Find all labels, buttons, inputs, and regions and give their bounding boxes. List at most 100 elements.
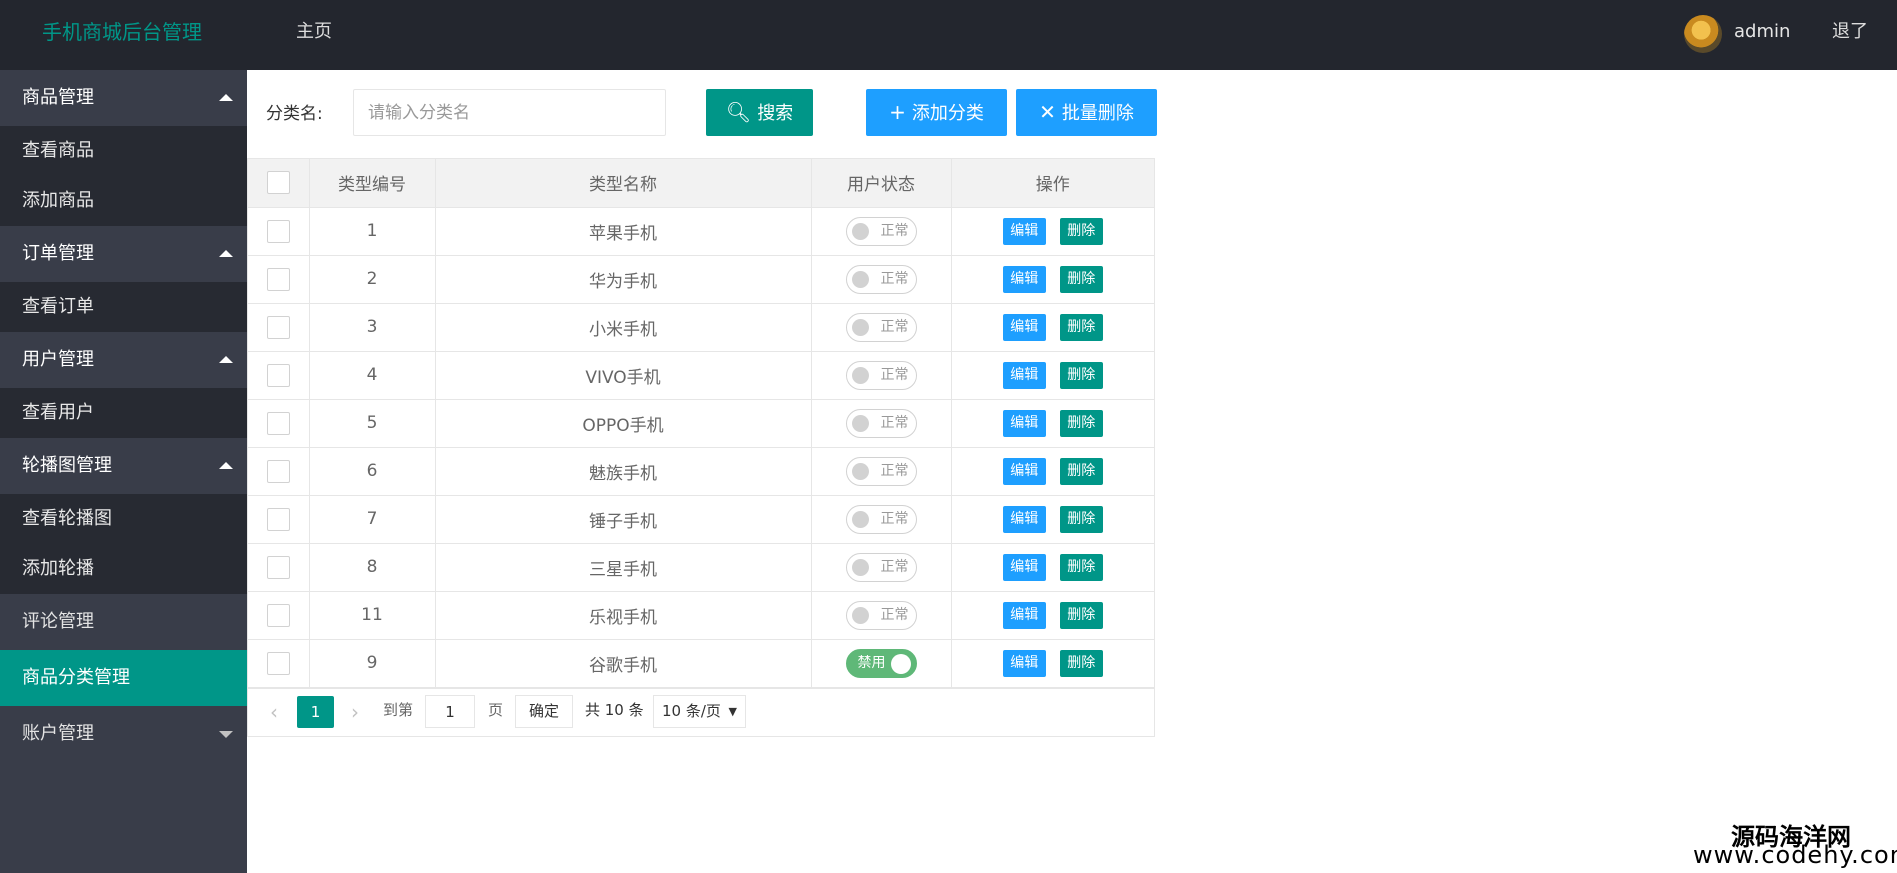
row-checkbox[interactable] — [266, 411, 290, 435]
delete-button[interactable]: 删除 — [1059, 457, 1103, 485]
row-checkbox[interactable] — [266, 315, 290, 339]
edit-button[interactable]: 编辑 — [1002, 601, 1046, 629]
cell-id: 1 — [309, 207, 436, 256]
avatar[interactable] — [1684, 15, 1722, 53]
sidebar-item-view-carousel[interactable]: 查看轮播图 — [0, 494, 247, 544]
delete-button[interactable]: 删除 — [1059, 553, 1103, 581]
status-toggle[interactable]: 正常 — [845, 552, 917, 582]
row-checkbox[interactable] — [266, 363, 290, 387]
row-checkbox[interactable] — [266, 507, 290, 531]
sidebar-item-add-product[interactable]: 添加商品 — [0, 176, 247, 226]
sidebar-item-view-products[interactable]: 查看商品 — [0, 126, 247, 176]
cell-name: 华为手机 — [435, 255, 812, 304]
delete-button[interactable]: 删除 — [1059, 409, 1103, 437]
edit-button[interactable]: 编辑 — [1002, 265, 1046, 293]
search-button-label: 搜索 — [757, 103, 794, 124]
table-row: 3 小米手机 正常 编辑 删除 — [248, 303, 1154, 352]
sidebar-item-comments[interactable]: 评论管理 — [0, 594, 247, 650]
cell-name: 锤子手机 — [435, 495, 812, 544]
edit-button[interactable]: 编辑 — [1002, 409, 1046, 437]
edit-button[interactable]: 编辑 — [1002, 313, 1046, 341]
status-toggle[interactable]: 正常 — [845, 504, 917, 534]
sidebar-item-view-users[interactable]: 查看用户 — [0, 388, 247, 438]
cell-name: 乐视手机 — [435, 591, 812, 640]
row-checkbox[interactable] — [266, 603, 290, 627]
watermark-url: www.codehy.com — [1693, 841, 1897, 869]
status-toggle[interactable]: 正常 — [845, 456, 917, 486]
cell-id: 6 — [309, 447, 436, 496]
prev-page-icon[interactable]: ‹ — [270, 700, 278, 724]
cell-id: 5 — [309, 399, 436, 448]
status-label: 正常 — [880, 462, 909, 479]
delete-button[interactable]: 删除 — [1059, 361, 1103, 389]
delete-button[interactable]: 删除 — [1059, 649, 1103, 677]
status-toggle[interactable]: 正常 — [845, 216, 917, 246]
category-search-input[interactable] — [353, 89, 666, 136]
cell-name: OPPO手机 — [435, 399, 812, 448]
row-checkbox[interactable] — [266, 651, 290, 675]
select-all-checkbox[interactable] — [266, 171, 290, 195]
sidebar-item-categories[interactable]: 商品分类管理 — [0, 650, 247, 706]
toggle-knob — [851, 366, 869, 384]
page-number-current[interactable]: 1 — [297, 696, 334, 728]
delete-button[interactable]: 删除 — [1059, 313, 1103, 341]
toggle-knob — [851, 462, 869, 480]
logout-link[interactable]: 退了 — [1832, 0, 1868, 64]
status-label: 正常 — [880, 366, 909, 383]
table-row: 7 锤子手机 正常 编辑 删除 — [248, 495, 1154, 544]
search-button[interactable]: 🔍︎ 搜索 — [706, 89, 813, 136]
edit-button[interactable]: 编辑 — [1002, 553, 1046, 581]
sidebar-group-label: 商品管理 — [22, 87, 94, 108]
row-checkbox[interactable] — [266, 219, 290, 243]
page-size-select[interactable]: 10 条/页 ▼ — [653, 695, 746, 728]
page-jump-input[interactable] — [425, 695, 475, 728]
edit-button[interactable]: 编辑 — [1002, 217, 1046, 245]
edit-button[interactable]: 编辑 — [1002, 361, 1046, 389]
username[interactable]: admin — [1734, 0, 1790, 64]
category-table: 类型编号 类型名称 用户状态 操作 1 苹果手机 正常 编辑 删除 2 华为手机 正常 编辑 删除… — [247, 158, 1155, 689]
chevron-down-icon: ▼ — [728, 705, 737, 718]
add-category-button[interactable]: + 添加分类 — [866, 89, 1007, 136]
sidebar-group-orders[interactable]: 订单管理 — [0, 226, 247, 282]
delete-button[interactable]: 删除 — [1059, 265, 1103, 293]
row-checkbox[interactable] — [266, 555, 290, 579]
sidebar-group-users[interactable]: 用户管理 — [0, 332, 247, 388]
delete-button[interactable]: 删除 — [1059, 601, 1103, 629]
delete-button[interactable]: 删除 — [1059, 505, 1103, 533]
status-toggle[interactable]: 正常 — [845, 408, 917, 438]
home-link[interactable]: 主页 — [296, 0, 332, 64]
sidebar-group-accounts[interactable]: 账户管理 — [0, 706, 247, 762]
edit-button[interactable]: 编辑 — [1002, 649, 1046, 677]
sidebar-item-view-orders[interactable]: 查看订单 — [0, 282, 247, 332]
sidebar-group-products[interactable]: 商品管理 — [0, 70, 247, 126]
search-icon: 🔍︎ — [725, 100, 752, 124]
cell-id: 7 — [309, 495, 436, 544]
row-checkbox[interactable] — [266, 267, 290, 291]
next-page-icon[interactable]: › — [351, 700, 359, 724]
column-header-status[interactable]: 用户状态 — [811, 159, 952, 208]
status-toggle[interactable]: 正常 — [845, 360, 917, 390]
toggle-knob — [890, 653, 911, 674]
status-label: 正常 — [880, 270, 909, 287]
batch-delete-button[interactable]: ✕ 批量删除 — [1016, 89, 1157, 136]
edit-button[interactable]: 编辑 — [1002, 505, 1046, 533]
column-header-id[interactable]: 类型编号 — [309, 159, 436, 208]
page-jump-confirm-button[interactable]: 确定 — [515, 695, 573, 728]
caret-up-icon — [219, 250, 233, 257]
status-toggle[interactable]: 正常 — [845, 264, 917, 294]
status-toggle[interactable]: 禁用 — [845, 648, 917, 678]
cell-name: 三星手机 — [435, 543, 812, 592]
column-header-name[interactable]: 类型名称 — [435, 159, 812, 208]
status-label: 正常 — [880, 222, 909, 239]
row-checkbox[interactable] — [266, 459, 290, 483]
status-label: 正常 — [880, 558, 909, 575]
delete-button[interactable]: 删除 — [1059, 217, 1103, 245]
status-toggle[interactable]: 正常 — [845, 600, 917, 630]
sidebar-group-carousel[interactable]: 轮播图管理 — [0, 438, 247, 494]
app-title[interactable]: 手机商城后台管理 — [42, 0, 202, 64]
cell-id: 9 — [309, 639, 436, 688]
edit-button[interactable]: 编辑 — [1002, 457, 1046, 485]
status-toggle[interactable]: 正常 — [845, 312, 917, 342]
cell-name: 谷歌手机 — [435, 639, 812, 688]
sidebar-item-add-carousel[interactable]: 添加轮播 — [0, 544, 247, 594]
